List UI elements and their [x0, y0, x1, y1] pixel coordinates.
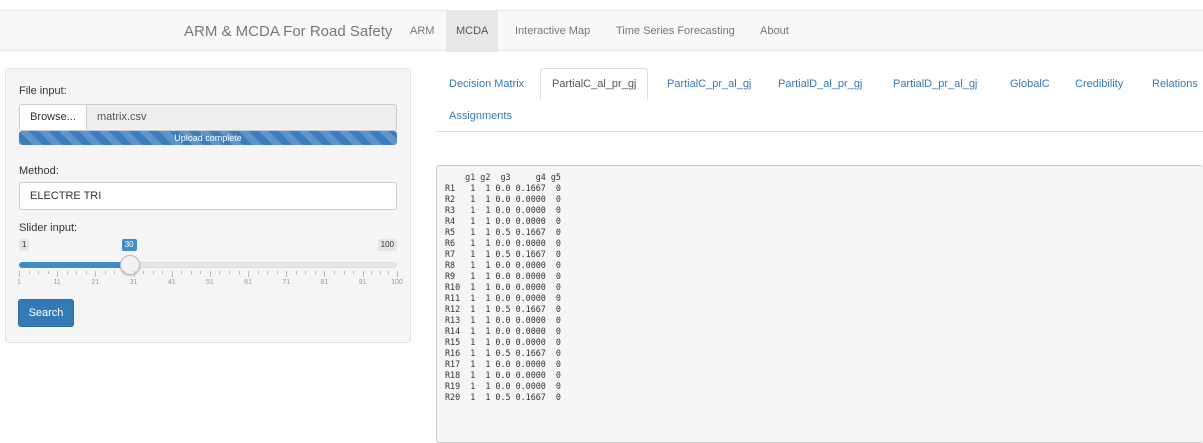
slider-minor-tick	[124, 271, 125, 274]
slider-minor-tick	[267, 271, 269, 274]
method-select[interactable]: ELECTRE TRI	[19, 182, 397, 210]
slider-handle[interactable]	[119, 255, 140, 275]
slider-minor-tick	[143, 271, 145, 274]
slider-minor-tick	[104, 271, 106, 274]
slider-tick-label: 1	[17, 279, 21, 286]
slider-minor-tick	[229, 271, 230, 274]
slider-tick	[286, 271, 288, 277]
file-input[interactable]: Browse... matrix.csv	[19, 104, 397, 131]
nav-item-arm[interactable]: ARM	[400, 11, 444, 52]
slider-tick	[397, 271, 398, 277]
output-text: g1 g2 g3 g4 g5 R1 1 1 0.0 0.1667 0 R2 1 …	[445, 172, 561, 402]
slider-minor-tick	[66, 271, 68, 274]
navbar: ARM & MCDA For Road Safety ARM MCDA Inte…	[0, 10, 1203, 52]
slider-tick-label: 100	[391, 279, 403, 286]
slider-tick-label: 21	[91, 279, 100, 286]
nav-item-mcda[interactable]: MCDA	[446, 11, 499, 52]
slider-minor-tick	[190, 271, 192, 274]
tab-credibility[interactable]: Credibility	[1064, 68, 1134, 100]
slider-minor-tick	[85, 271, 87, 274]
tab-globalc[interactable]: GlobalC	[999, 68, 1061, 100]
output-panel: g1 g2 g3 g4 g5 R1 1 1 0.0 0.1667 0 R2 1 …	[436, 165, 1203, 443]
slider-minor-tick	[114, 271, 116, 274]
slider-tick	[171, 271, 173, 277]
slider-tick-label: 31	[129, 279, 138, 286]
slider-minor-tick	[343, 271, 345, 274]
slider-label: Slider input:	[19, 222, 78, 234]
slider-minor-tick	[181, 271, 183, 274]
slider-minor-tick	[314, 271, 316, 274]
slider-tick-label: 11	[53, 279, 61, 286]
slider-input[interactable]: 1 100 30 1 11 21 31 41 51 61 71 81 91 100	[17, 239, 403, 289]
slider-minor-tick	[257, 271, 259, 274]
file-input-label: File input:	[19, 85, 67, 97]
slider-minor-tick	[76, 271, 78, 274]
slider-tick-label: 71	[282, 279, 291, 286]
slider-minor-tick	[152, 271, 154, 274]
tab-relations[interactable]: Relations	[1141, 68, 1203, 100]
tab-decision-matrix[interactable]: Decision Matrix	[438, 68, 535, 100]
slider-minor-tick	[334, 271, 335, 274]
browse-button[interactable]: Browse...	[19, 104, 87, 131]
slider-fill	[19, 262, 130, 268]
search-button[interactable]: Search	[18, 299, 74, 327]
slider-tick	[248, 271, 250, 277]
slider-minor-tick	[47, 271, 49, 274]
nav-item-about[interactable]: About	[750, 11, 799, 52]
slider-minor-tick	[388, 271, 390, 274]
slider-tick	[133, 271, 135, 277]
slider-minor-tick	[371, 271, 373, 274]
sidebar-panel: File input: Browse... matrix.csv Upload …	[5, 68, 411, 343]
slider-minor-tick	[353, 271, 355, 274]
slider-tick-label: 61	[244, 279, 252, 286]
slider-minor-tick	[379, 271, 381, 274]
slider-tick-label: 91	[358, 279, 367, 286]
brand-title[interactable]: ARM & MCDA For Road Safety	[184, 11, 392, 52]
slider-minor-tick	[219, 271, 221, 274]
slider-tick	[57, 271, 59, 277]
slider-tick-label: 51	[206, 279, 214, 286]
slider-minor-tick	[38, 271, 40, 274]
slider-tick-label: 41	[167, 279, 176, 286]
slider-tick	[209, 271, 211, 277]
nav-item-interactive-map[interactable]: Interactive Map	[505, 11, 600, 52]
slider-min: 1	[19, 239, 30, 251]
slider-minor-tick	[276, 271, 278, 274]
tab-bar: Decision Matrix PartialC_al_pr_gj Partia…	[436, 68, 1203, 132]
slider-minor-tick	[305, 271, 307, 274]
tab-assignments[interactable]: Assignments	[438, 100, 523, 132]
slider-max: 100	[377, 239, 397, 251]
upload-status: Upload complete	[174, 133, 242, 143]
slider-minor-tick	[28, 271, 30, 274]
slider-minor-tick	[162, 271, 164, 274]
slider-minor-tick	[200, 271, 202, 274]
tab-partiald-pr-al-gj[interactable]: PartialD_pr_al_gj	[882, 68, 988, 100]
slider-minor-tick	[295, 271, 297, 274]
slider-tick	[19, 271, 20, 277]
slider-current-value: 30	[121, 239, 137, 251]
slider-tick-label: 81	[320, 279, 329, 286]
upload-progress-bar: Upload complete	[19, 131, 397, 145]
slider-tick	[324, 271, 326, 277]
tab-partiald-al-pr-gj[interactable]: PartialD_al_pr_gj	[767, 68, 873, 100]
tab-partialc-pr-al-gj[interactable]: PartialC_pr_al_gj	[656, 68, 762, 100]
file-name-field: matrix.csv	[87, 104, 397, 131]
slider-tick	[362, 271, 364, 277]
method-label: Method:	[19, 165, 59, 177]
tab-partialc-al-pr-gj[interactable]: PartialC_al_pr_gj	[540, 68, 649, 100]
slider-tick	[95, 271, 97, 277]
slider-minor-tick	[238, 271, 240, 274]
nav-item-time-series-forecasting[interactable]: Time Series Forecasting	[606, 11, 745, 52]
